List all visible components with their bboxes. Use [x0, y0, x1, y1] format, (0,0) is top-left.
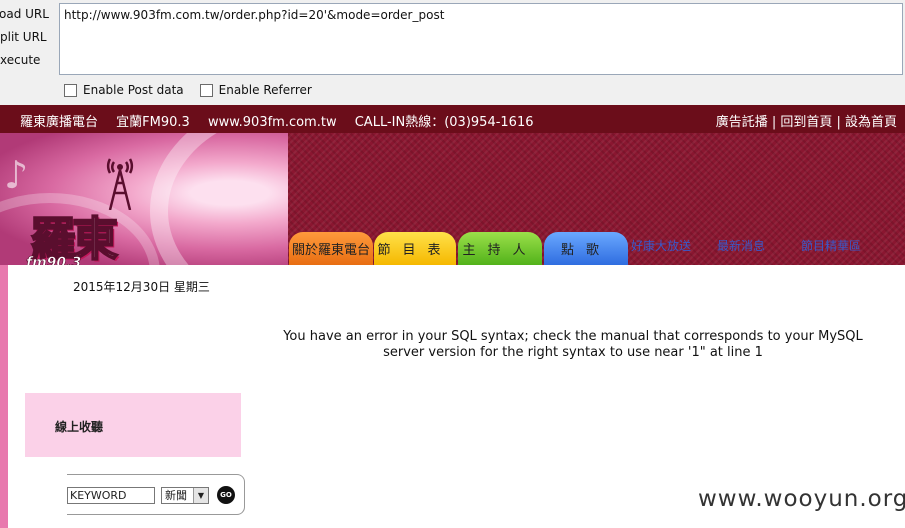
category-selected-value: 新聞 [165, 489, 187, 502]
checkbox-box[interactable] [199, 83, 213, 97]
radio-tower-icon [106, 158, 134, 210]
site-topbar: 羅東廣播電台 宜蘭FM90.3 www.903fm.com.tw CALL-IN… [0, 105, 905, 133]
station-name: 羅東廣播電台 [20, 115, 99, 130]
left-decor-strip [0, 265, 8, 528]
logo-frequency: fm90.3 [26, 255, 82, 265]
callin-hotline: CALL-IN熱線：(03)954-1616 [354, 115, 534, 130]
enable-post-label: Enable Post data [83, 83, 184, 97]
checkbox-box[interactable] [64, 83, 77, 97]
nav-tab-hosts[interactable]: 主持人 [458, 232, 542, 265]
nav-tab-song-request[interactable]: 點歌 [544, 232, 628, 265]
nav-tab-schedule[interactable]: 節目表 [374, 232, 456, 265]
enable-referrer-checkbox[interactable]: Enable Referrer [199, 83, 312, 97]
load-url-button[interactable]: oad URL [0, 4, 58, 27]
station-frequency: 宜蘭FM90.3 [116, 115, 190, 130]
go-button[interactable]: GO [217, 486, 235, 504]
site-search-box: KEYWORD 新聞 ▼ GO [67, 474, 245, 515]
hackbar-actions: oad URL plit URL xecute [0, 4, 58, 73]
enable-post-checkbox[interactable]: Enable Post data [64, 83, 184, 97]
enable-referrer-label: Enable Referrer [218, 83, 312, 97]
online-listen-box[interactable]: 線上收聽 [25, 393, 241, 457]
nav-tab-about[interactable]: 關於羅東電台 [289, 232, 373, 265]
sql-error-message: You have an error in your SQL syntax; ch… [283, 329, 863, 360]
topbar-links[interactable]: 廣告託播 | 回到首頁 | 設為首頁 [716, 111, 897, 130]
nav-link-news[interactable]: 最新消息 [717, 237, 765, 254]
station-logo[interactable]: 羅東 fm90.3 [22, 155, 172, 265]
current-date: 2015年12月30日 星期三 [73, 280, 210, 294]
split-url-button[interactable]: plit URL [0, 27, 58, 50]
execute-button[interactable]: xecute [0, 50, 58, 73]
url-textarea[interactable]: http://www.903fm.com.tw/order.php?id=20'… [59, 3, 903, 75]
nav-link-highlights[interactable]: 節目精華區 [801, 237, 861, 254]
hackbar-panel: oad URL plit URL xecute http://www.903fm… [0, 0, 905, 105]
online-listen-label: 線上收聽 [55, 420, 104, 434]
category-select[interactable]: 新聞 ▼ [161, 487, 209, 504]
nav-link-giveaways[interactable]: 好康大放送 [631, 237, 691, 254]
keyword-input[interactable]: KEYWORD [67, 487, 155, 504]
chevron-down-icon[interactable]: ▼ [193, 488, 208, 503]
watermark: www.wooyun.org [698, 486, 905, 512]
banner-art: ♪ 羅東 fm90.3 [0, 133, 288, 265]
site-address: www.903fm.com.tw [207, 115, 337, 130]
